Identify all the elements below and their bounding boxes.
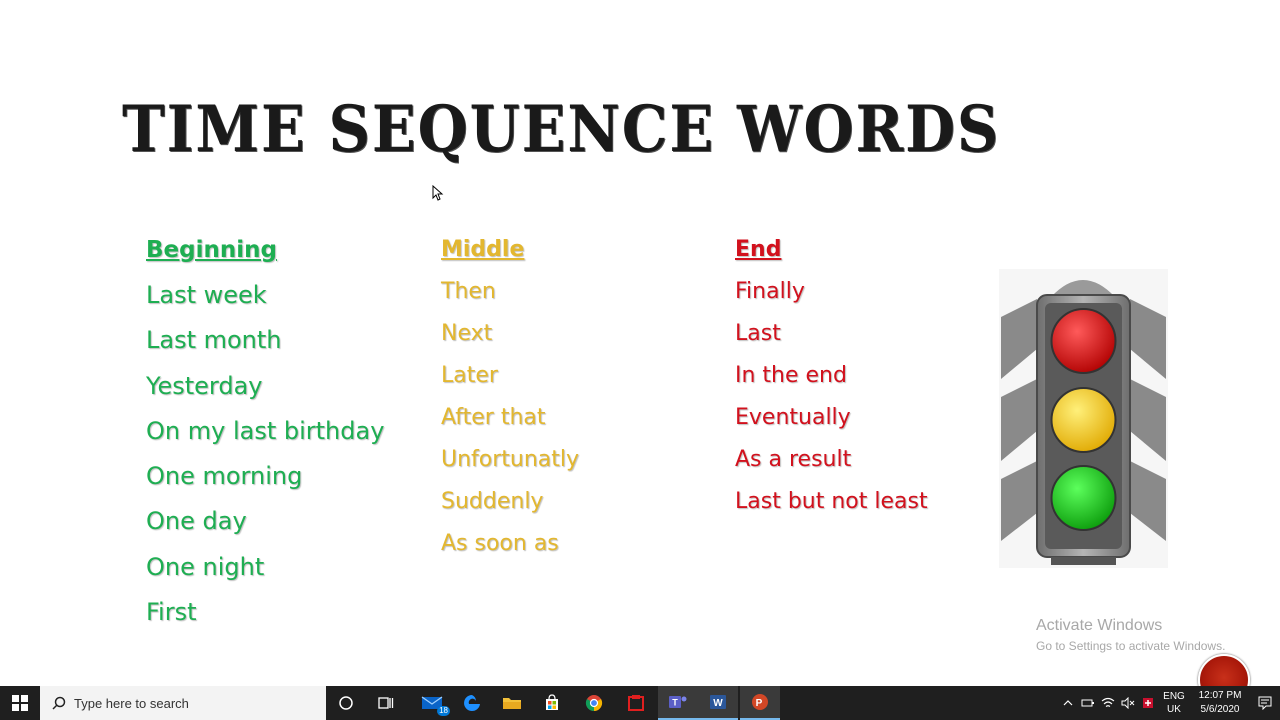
mail-badge: 18 [437, 706, 450, 716]
cortana-icon [339, 696, 353, 710]
middle-column: Middle Then Next Later After that Unfort… [441, 232, 579, 568]
slide: TIME SEQUENCE WORDS Beginning Last week … [0, 0, 1280, 686]
powerpoint-button[interactable]: P [740, 686, 780, 720]
mail-button[interactable]: 18 [412, 686, 452, 720]
list-item: Last [735, 321, 781, 346]
list-item: As soon as [441, 531, 559, 556]
powerpoint-icon: P [752, 694, 768, 710]
app-icon [628, 695, 644, 711]
word-button[interactable]: W [698, 686, 738, 720]
svg-text:P: P [756, 698, 763, 709]
list-item: Suddenly [441, 489, 544, 514]
watermark-title: Activate Windows [1036, 617, 1163, 634]
list-item: After that [441, 405, 546, 430]
list-item: One morning [146, 462, 303, 491]
taskbar: Type here to search 18 T W P ENG UK 12:0… [0, 686, 1280, 720]
store-icon [546, 694, 558, 710]
clock-time: 12:07 PM [1198, 690, 1242, 701]
chrome-button[interactable] [574, 686, 614, 720]
teams-icon: T [669, 696, 687, 708]
end-column: End Finally Last In the end Eventually A… [735, 232, 928, 526]
end-heading: End [735, 237, 782, 262]
teams-button[interactable]: T [658, 686, 698, 720]
action-center-button[interactable] [1250, 686, 1280, 720]
volume-button[interactable] [1118, 686, 1138, 720]
beginning-column: Beginning Last week Last month Yesterday… [146, 232, 384, 637]
list-item: Next [441, 321, 493, 346]
battery-button[interactable] [1078, 686, 1098, 720]
cortana-button[interactable] [326, 686, 366, 720]
edge-button[interactable] [452, 686, 492, 720]
chevron-up-icon [1063, 700, 1073, 706]
wifi-button[interactable] [1098, 686, 1118, 720]
slide-title: TIME SEQUENCE WORDS [122, 92, 1001, 167]
task-view-icon [378, 697, 394, 709]
volume-muted-icon [1121, 697, 1135, 709]
battery-icon [1081, 699, 1094, 707]
start-button[interactable] [0, 686, 40, 720]
list-item: Last month [146, 326, 282, 355]
list-item: Last week [146, 281, 267, 309]
clock[interactable]: 12:07 PM 5/6/2020 [1190, 689, 1250, 717]
list-item: On my last birthday [146, 416, 385, 445]
file-explorer-icon [503, 698, 521, 709]
watermark-subtitle: Go to Settings to activate Windows. [1036, 639, 1226, 653]
list-item: First [146, 598, 197, 627]
list-item: As a result [735, 447, 852, 472]
list-item: Then [441, 279, 496, 304]
list-item: Finally [735, 279, 805, 304]
search-icon [52, 696, 66, 710]
search-placeholder: Type here to search [74, 695, 189, 711]
taskbar-search-box[interactable]: Type here to search [40, 686, 326, 720]
list-item: Last but not least [735, 489, 928, 514]
mouse-cursor-icon [432, 185, 444, 201]
svg-text:W: W [713, 698, 723, 709]
language-label: ENG [1163, 691, 1185, 702]
show-hidden-icons-button[interactable] [1058, 686, 1078, 720]
system-tray: ENG UK 12:07 PM 5/6/2020 [1058, 686, 1280, 720]
region-label: UK [1167, 704, 1181, 715]
clock-date: 5/6/2020 [1200, 704, 1240, 715]
traffic-light-image [999, 269, 1168, 568]
edge-icon [464, 695, 480, 711]
svg-text:T: T [672, 698, 678, 708]
list-item: Yesterday [146, 371, 263, 400]
middle-heading: Middle [441, 237, 525, 262]
list-item: Unfortunatly [441, 447, 580, 472]
list-item: Later [441, 363, 498, 388]
list-item: One night [146, 552, 265, 581]
word-icon: W [710, 695, 726, 709]
app-button[interactable] [616, 686, 656, 720]
chrome-icon [585, 695, 603, 712]
tray-app-button[interactable] [1138, 686, 1158, 720]
list-item: One day [146, 507, 247, 536]
record-button[interactable] [1198, 654, 1250, 686]
activate-windows-watermark: Activate Windows Go to Settings to activ… [1036, 617, 1225, 653]
file-explorer-button[interactable] [492, 686, 532, 720]
wifi-icon [1101, 697, 1115, 707]
task-view-button[interactable] [366, 686, 406, 720]
list-item: Eventually [735, 405, 851, 430]
list-item: In the end [735, 363, 847, 388]
tray-app-icon [1143, 698, 1153, 708]
beginning-heading: Beginning [146, 237, 277, 263]
language-indicator[interactable]: ENG UK [1158, 690, 1190, 716]
notification-icon [1258, 696, 1272, 710]
windows-icon [12, 695, 28, 711]
store-button[interactable] [532, 686, 572, 720]
